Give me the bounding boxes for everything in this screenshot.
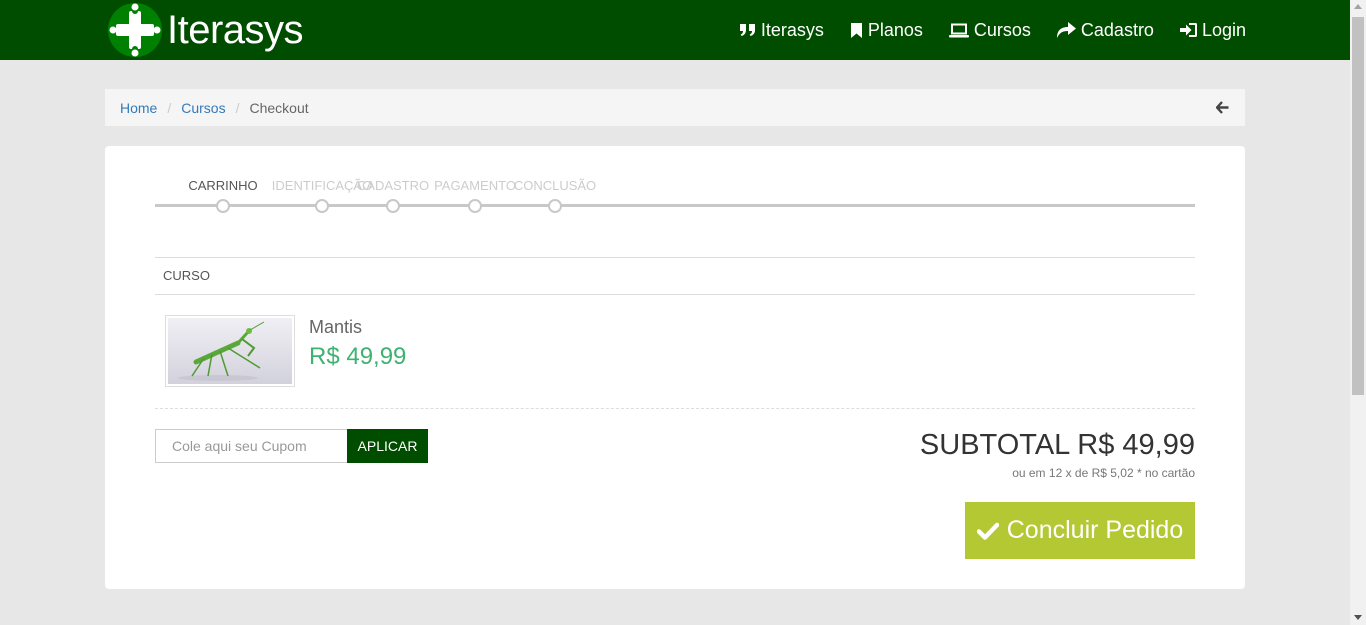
breadcrumb-home-link[interactable]: Home xyxy=(120,100,157,116)
table-header: CURSO xyxy=(155,257,1195,295)
nav-item-cadastro[interactable]: Cadastro xyxy=(1056,19,1154,41)
back-arrow-icon[interactable] xyxy=(1216,101,1229,114)
steps-progress-line xyxy=(155,204,1195,207)
product-image xyxy=(165,315,295,387)
product-price: R$ 49,99 xyxy=(309,343,407,370)
page-scrollbar[interactable] xyxy=(1350,0,1366,625)
dashed-divider xyxy=(155,408,1195,409)
breadcrumb: Home / Cursos / Checkout xyxy=(105,89,1245,126)
step-dot-pagamento xyxy=(468,199,482,213)
breadcrumb-separator: / xyxy=(235,99,240,116)
step-dot-cadastro xyxy=(386,199,400,213)
step-label-carrinho: CARRINHO xyxy=(188,178,258,193)
scroll-up-arrow-icon[interactable] xyxy=(1354,4,1362,9)
nav-item-login[interactable]: Login xyxy=(1179,19,1246,41)
breadcrumb-current: Checkout xyxy=(249,99,309,116)
nav-item-label: Cadastro xyxy=(1080,19,1154,40)
coupon-input[interactable] xyxy=(155,429,348,463)
nav-item-planos[interactable]: Planos xyxy=(850,20,923,41)
step-label-cadastro: CADASTRO xyxy=(356,178,430,193)
check-icon xyxy=(976,522,999,540)
apply-coupon-button[interactable]: APLICAR xyxy=(347,429,428,463)
column-header-curso: CURSO xyxy=(163,268,210,283)
laptop-icon xyxy=(948,23,969,37)
nav-item-label: Iterasys xyxy=(760,19,824,40)
step-dot-carrinho xyxy=(216,199,230,213)
iterasys-logo-icon xyxy=(107,2,163,58)
installments-note: ou em 12 x de R$ 5,02 * no cartão xyxy=(1012,466,1195,480)
subtotal: SUBTOTAL R$ 49,99 xyxy=(919,429,1195,461)
nav-item-iterasys[interactable]: Iterasys xyxy=(739,20,824,41)
share-icon xyxy=(1056,22,1076,38)
breadcrumb-courses-link[interactable]: Cursos xyxy=(181,100,225,116)
breadcrumb-separator: / xyxy=(167,99,172,116)
complete-order-button[interactable]: Concluir Pedido xyxy=(965,502,1195,559)
mantis-image-icon xyxy=(178,321,265,381)
main-nav: Iterasys Planos Cursos Cadastro Login xyxy=(713,0,1246,60)
complete-order-label: Concluir Pedido xyxy=(1006,516,1184,544)
scroll-thumb[interactable] xyxy=(1352,17,1364,395)
nav-item-label: Cursos xyxy=(973,19,1031,40)
step-dot-conclusao xyxy=(548,199,562,213)
brand[interactable]: Iterasys xyxy=(107,2,304,58)
bookmark-icon xyxy=(850,22,862,38)
scroll-down-arrow-icon[interactable] xyxy=(1354,615,1362,620)
nav-item-label: Login xyxy=(1201,19,1246,40)
nav-item-cursos[interactable]: Cursos xyxy=(948,19,1031,41)
product-name: Mantis xyxy=(309,317,363,337)
quote-icon xyxy=(739,24,755,36)
step-label-pagamento: PAGAMENTO xyxy=(434,178,516,193)
sign-in-icon xyxy=(1179,23,1197,37)
step-label-conclusao: CONCLUSÃO xyxy=(513,178,597,193)
top-navbar: Iterasys Iterasys Planos Cursos Cadastro… xyxy=(0,0,1350,60)
nav-item-label: Planos xyxy=(867,19,923,40)
brand-name: Iterasys xyxy=(167,7,304,52)
checkout-panel: CARRINHO IDENTIFICAÇÃO CADASTRO PAGAMENT… xyxy=(105,146,1245,589)
step-dot-identificacao xyxy=(315,199,329,213)
